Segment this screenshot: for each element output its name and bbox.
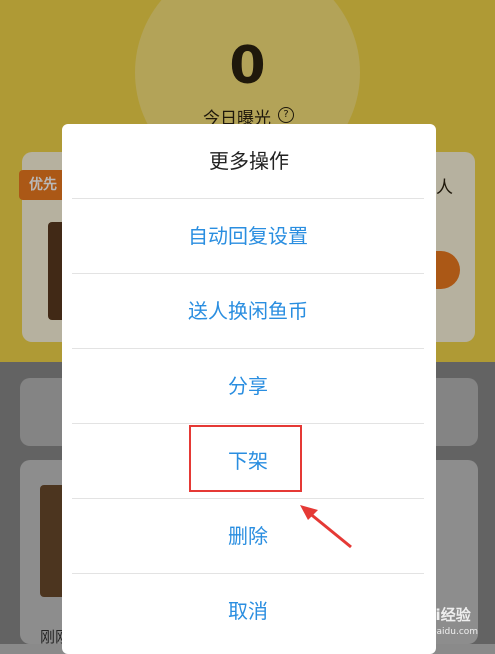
sheet-title: 更多操作 [209, 149, 289, 173]
watermark-subtext: jingyan.baidu.com [395, 627, 479, 637]
cancel-button[interactable]: 取消 [72, 573, 424, 648]
delete-button[interactable]: 删除 [72, 498, 424, 573]
auto-reply-settings-button[interactable]: 自动回复设置 [72, 198, 424, 273]
baidu-watermark: Bai经验 jingyan.baidu.com [395, 604, 495, 644]
share-button[interactable]: 分享 [72, 348, 424, 423]
highlight-box [189, 425, 302, 492]
watermark-text: Bai经验 [414, 606, 471, 624]
paw-logo-icon [395, 607, 411, 624]
more-actions-sheet: 更多操作 自动回复设置 送人换闲鱼币 分享 下架 删除 取消 [62, 124, 436, 654]
annotation-arrow-icon [300, 505, 352, 549]
gift-for-coins-button[interactable]: 送人换闲鱼币 [72, 273, 424, 348]
